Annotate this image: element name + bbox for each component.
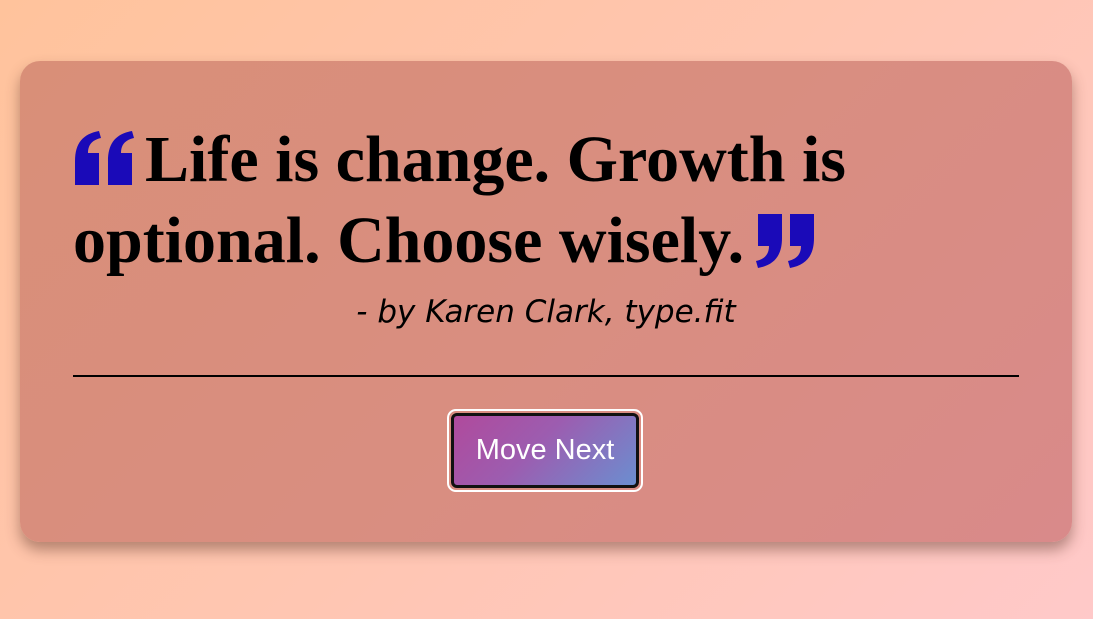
move-next-button-label: Move Next: [451, 413, 639, 488]
move-next-button[interactable]: Move Next: [447, 409, 643, 492]
quote-text: Life is change. Growth is optional. Choo…: [73, 123, 846, 277]
quote-left-icon: [73, 131, 135, 187]
quote-block: Life is change. Growth is optional. Choo…: [73, 119, 973, 281]
quote-card: Life is change. Growth is optional. Choo…: [20, 61, 1072, 542]
quote-right-icon: [756, 212, 816, 268]
divider: [73, 375, 1019, 377]
quote-author: - by Karen Clark, type.fit: [356, 294, 736, 330]
